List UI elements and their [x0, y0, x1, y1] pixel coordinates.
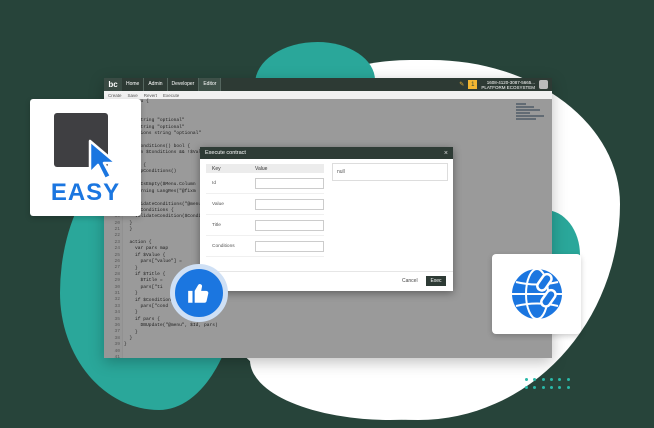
param-conditions-input[interactable] — [254, 240, 324, 252]
revert-button[interactable]: Revert — [144, 93, 157, 98]
dialog-divider — [200, 271, 453, 272]
easy-label: EASY — [50, 179, 121, 206]
execute-button[interactable]: Execute — [163, 93, 179, 98]
nav-home[interactable]: Home — [122, 78, 145, 91]
nav-editor[interactable]: Editor — [199, 78, 222, 91]
user-icon[interactable] — [539, 80, 548, 89]
execute-contract-dialog: Execute contract × Key Value Id Value Ti… — [200, 147, 453, 291]
param-key: Value — [212, 201, 224, 207]
param-row: Value — [206, 194, 324, 215]
nav-admin[interactable]: Admin — [144, 78, 168, 91]
account-area: ✎ 1 1608-4120-3087-5665... PLATFORM ECOS… — [459, 80, 552, 90]
app-logo[interactable]: bc — [104, 78, 122, 91]
thumbs-up-icon — [188, 284, 209, 303]
result-output: null — [332, 163, 448, 181]
param-key: Conditions — [212, 243, 235, 249]
param-row: Conditions — [206, 236, 324, 257]
key-header: Key — [212, 165, 221, 172]
param-row: Id — [206, 173, 324, 194]
ecosystem-label: PLATFORM ECOSYSTEM — [481, 84, 535, 90]
cancel-button[interactable]: Cancel — [402, 276, 418, 286]
dialog-title: Execute contract — [205, 150, 246, 156]
params-header: Key Value — [206, 164, 324, 173]
save-button[interactable]: Save — [128, 93, 138, 98]
account-info[interactable]: 1608-4120-3087-5665... PLATFORM ECOSYSTE… — [481, 80, 535, 90]
param-row: Title — [206, 215, 324, 236]
thumbs-up-badge — [170, 264, 228, 322]
decorative-dot-grid — [525, 378, 575, 394]
param-title-input[interactable] — [254, 219, 324, 231]
account-id: 1608-4120-3087-5665... — [486, 79, 535, 85]
easy-card: EASY — [30, 99, 141, 216]
cursor-arrow-icon — [88, 139, 118, 181]
dialog-header: Execute contract × — [200, 147, 453, 159]
nav-developer[interactable]: Developer — [168, 78, 200, 91]
pencil-icon[interactable]: ✎ — [459, 81, 464, 88]
params-table: Key Value Id Value Title Conditions — [206, 164, 324, 257]
create-button[interactable]: Create — [108, 93, 122, 98]
exec-button[interactable]: Exec — [426, 276, 446, 286]
globe-card — [492, 254, 581, 334]
param-key: Id — [212, 180, 217, 186]
param-value-input[interactable] — [254, 198, 324, 210]
globe-link-icon — [512, 268, 562, 320]
value-header: Value — [255, 165, 268, 172]
close-icon[interactable]: × — [444, 150, 448, 157]
param-id-input[interactable] — [254, 177, 324, 189]
top-navbar: bc Home Admin Developer Editor ✎ 1 1608-… — [104, 78, 552, 91]
param-key: Title — [212, 222, 221, 228]
notification-badge[interactable]: 1 — [468, 80, 478, 89]
